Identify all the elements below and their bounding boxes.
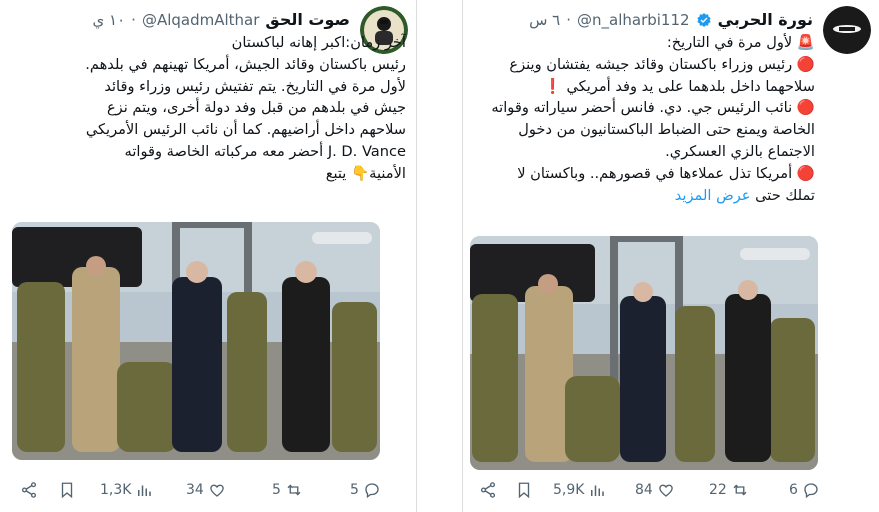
share-button[interactable] [479,481,497,499]
separator: · [566,10,571,29]
repost-icon [287,484,301,496]
reply-icon [804,483,818,499]
bookmark-icon [61,482,73,499]
views-button[interactable]: 1,3K [100,481,153,499]
like-button[interactable]: 34 [186,481,226,499]
views-count: 1,3K [100,482,132,498]
views-button[interactable]: 5,9K [553,481,606,499]
right-post-card[interactable]: نورة الحربي @n_alharbi112 · ٦ س 🚨 لأول م… [462,0,879,512]
post-actions: 5,9K 84 22 6 [463,478,879,502]
likes-count: 84 [635,482,653,498]
repost-icon [733,484,747,496]
left-post-card[interactable]: صوت الحق @AlqadmAlthar · ١٠ ي آخر زمان:ا… [0,0,417,512]
post-time[interactable]: ١٠ ي [93,11,126,29]
user-handle[interactable]: @n_alharbi112 [577,11,690,29]
verified-badge-icon [696,12,711,27]
post-image[interactable] [470,236,818,470]
reply-button[interactable]: 6 [789,481,820,499]
repost-button[interactable]: 22 [709,481,749,499]
reposts-count: 22 [709,482,727,498]
like-button[interactable]: 84 [635,481,675,499]
display-name[interactable]: نورة الحربي [718,10,813,29]
reply-icon [365,483,379,499]
divider [418,0,461,512]
reply-button[interactable]: 5 [350,481,381,499]
post-text: 🚨 لأول مرة في التاريخ: 🔴 رئيس وزراء باكس… [471,32,815,206]
repost-button[interactable]: 5 [272,481,303,499]
share-button[interactable] [20,481,38,499]
likes-count: 34 [186,482,204,498]
reposts-count: 5 [272,482,281,498]
heart-icon [659,484,673,497]
show-more-link[interactable]: عرض المزيد [675,187,751,204]
post-text: آخر زمان:اكبر إهانه لباكستان رئيس باكستا… [85,34,406,182]
share-icon [21,482,37,498]
replies-count: 6 [789,482,798,498]
views-icon [591,485,605,496]
views-count: 5,9K [553,482,585,498]
display-name[interactable]: صوت الحق [265,10,350,29]
bookmark-button[interactable] [58,481,76,499]
views-icon [138,485,152,496]
heart-icon [210,484,224,497]
bookmark-button[interactable] [515,481,533,499]
post-time[interactable]: ٦ س [529,11,560,29]
user-handle[interactable]: @AlqadmAlthar [142,11,259,29]
avatar[interactable] [823,6,871,54]
post-actions: 1,3K 34 5 5 [0,478,416,502]
bookmark-icon [518,482,530,499]
post-image[interactable] [12,222,380,460]
replies-count: 5 [350,482,359,498]
post-text-content: 🚨 لأول مرة في التاريخ: 🔴 رئيس وزراء باكس… [491,34,815,204]
separator: · [131,10,136,29]
share-icon [480,482,496,498]
